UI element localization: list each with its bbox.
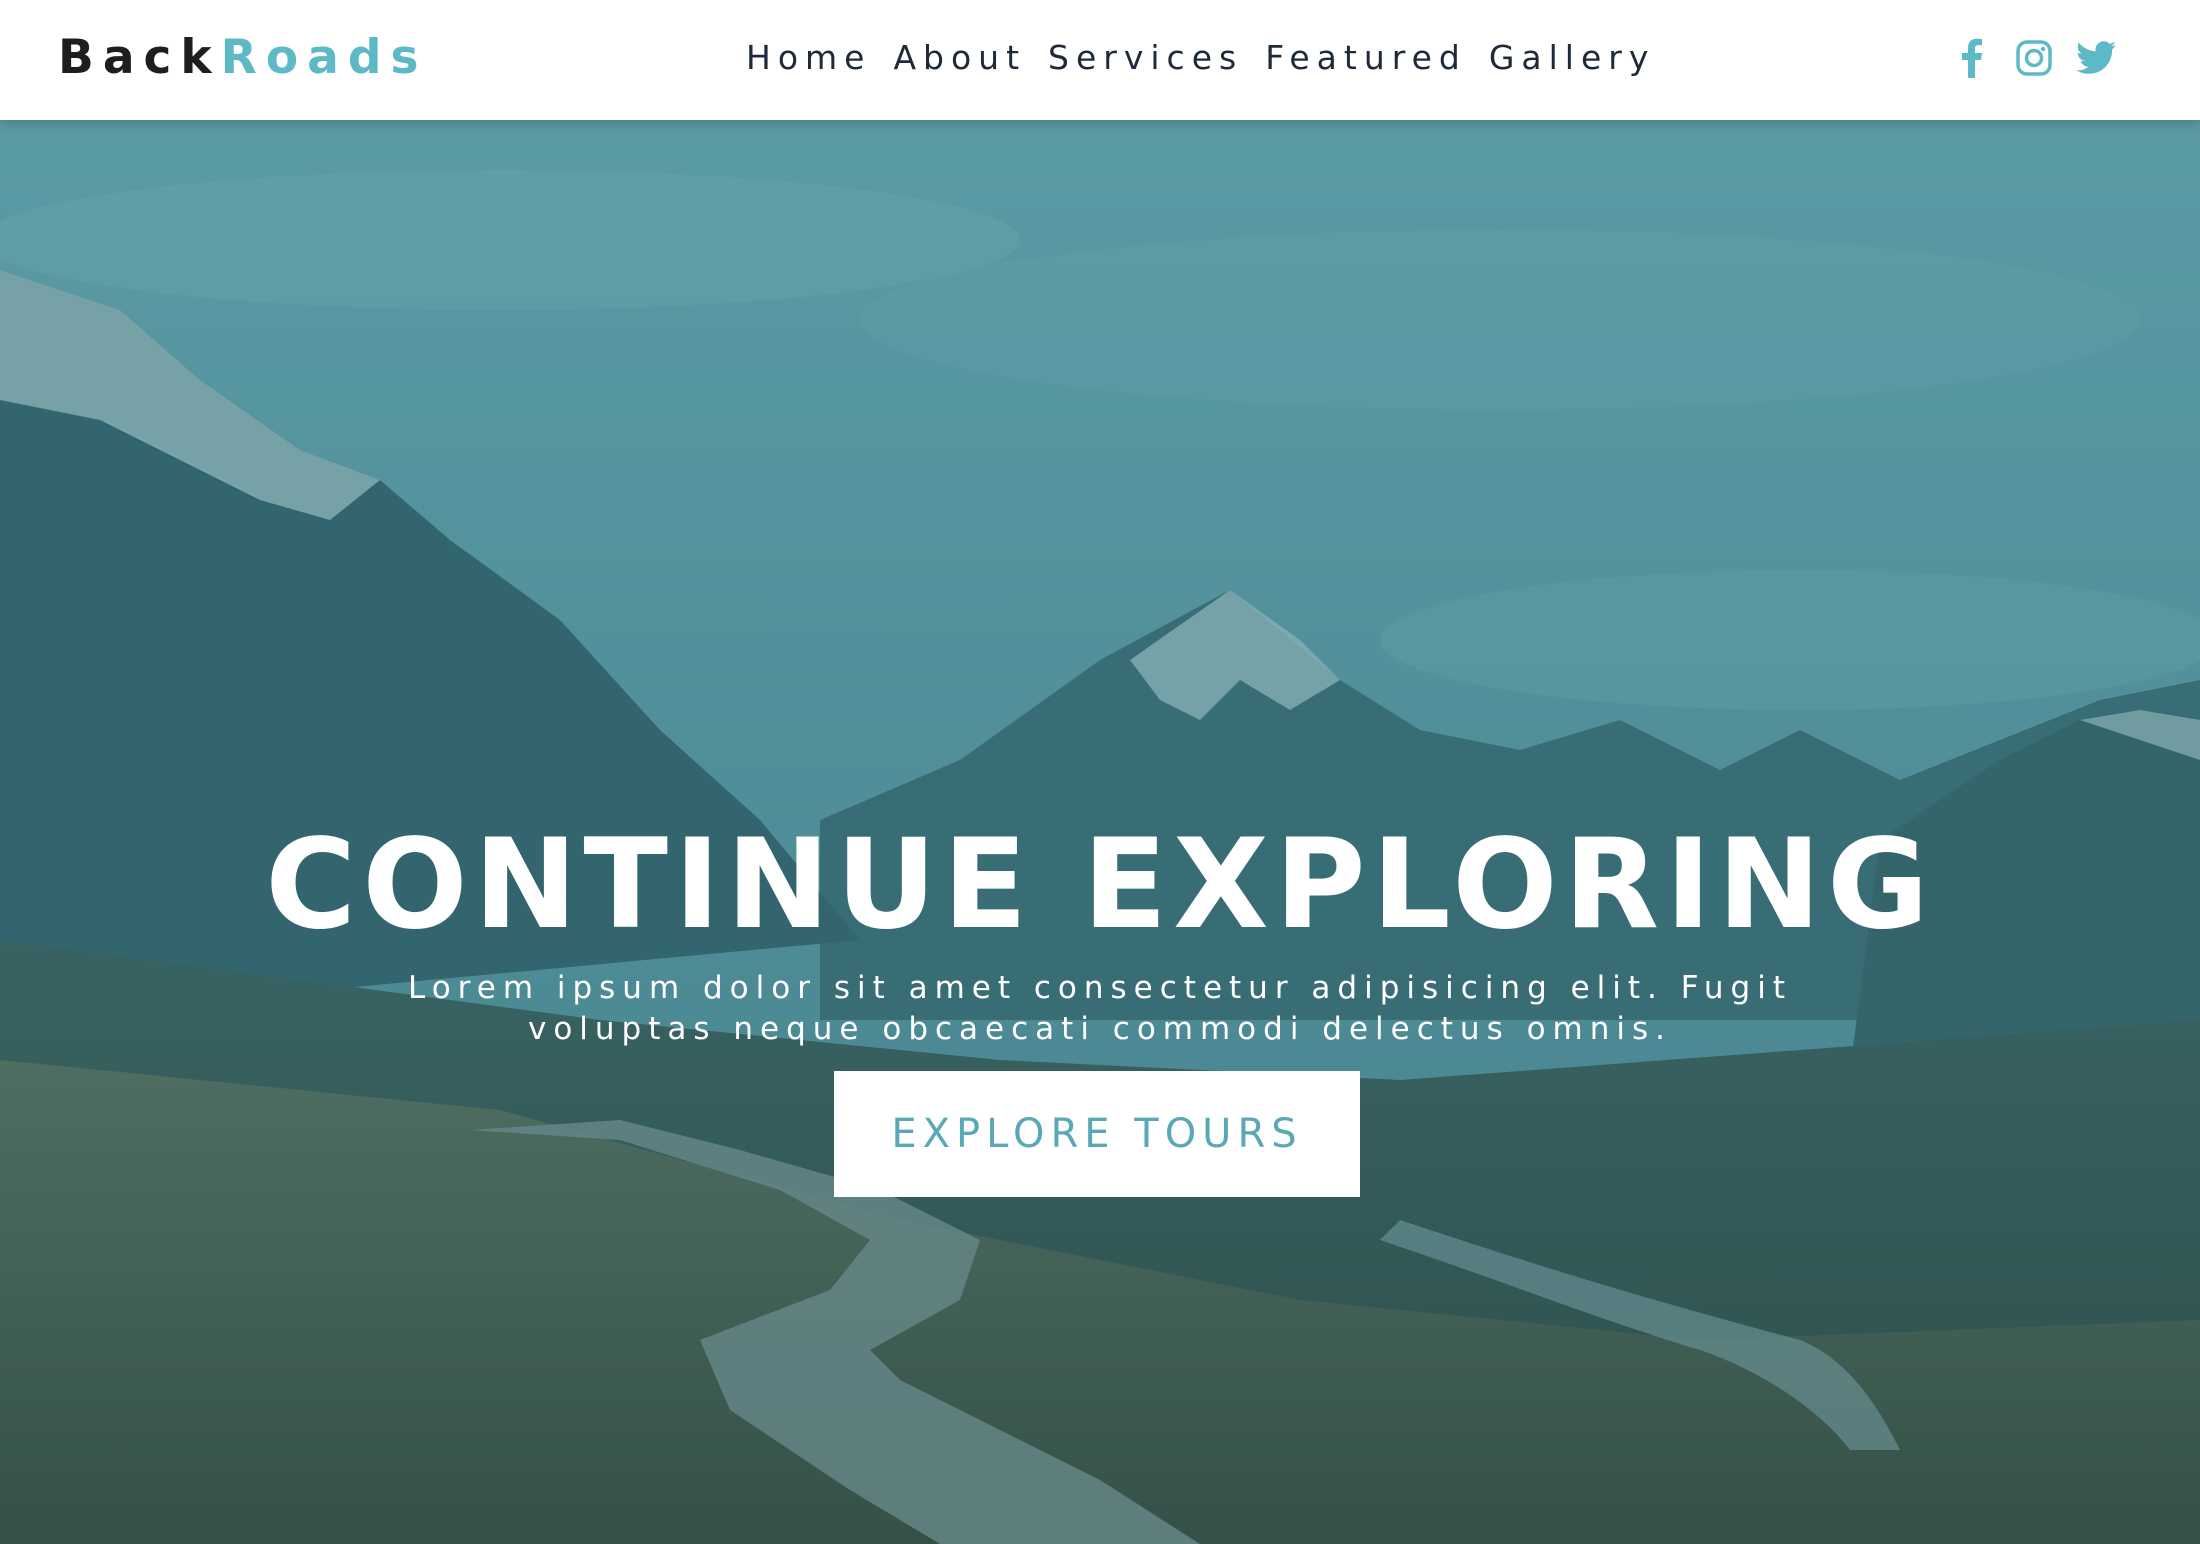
nav-link-home[interactable]: Home (746, 34, 871, 82)
navbar: BackRoads Home About Services Featured G… (0, 0, 2200, 120)
hero-section: CONTINUE EXPLORING Lorem ipsum dolor sit… (0, 120, 2200, 1544)
hero-subtitle: Lorem ipsum dolor sit amet consectetur a… (407, 970, 1792, 1047)
instagram-icon[interactable] (2014, 38, 2054, 78)
nav-link-gallery[interactable]: Gallery (1489, 34, 1656, 82)
explore-tours-button[interactable]: EXPLORE TOURS (834, 1071, 1360, 1197)
brand-logo[interactable]: BackRoads (58, 28, 428, 88)
nav-links: Home About Services Featured Gallery (746, 34, 1655, 82)
facebook-icon[interactable] (1952, 38, 1992, 78)
twitter-icon[interactable] (2076, 38, 2116, 78)
nav-link-services[interactable]: Services (1048, 34, 1243, 82)
hero-title: CONTINUE EXPLORING (265, 813, 1935, 957)
brand-logo-part2: Roads (220, 30, 428, 85)
brand-logo-part1: Back (58, 30, 221, 85)
social-links (1952, 38, 2116, 78)
nav-link-featured[interactable]: Featured (1265, 34, 1467, 82)
nav-link-about[interactable]: About (893, 34, 1026, 82)
